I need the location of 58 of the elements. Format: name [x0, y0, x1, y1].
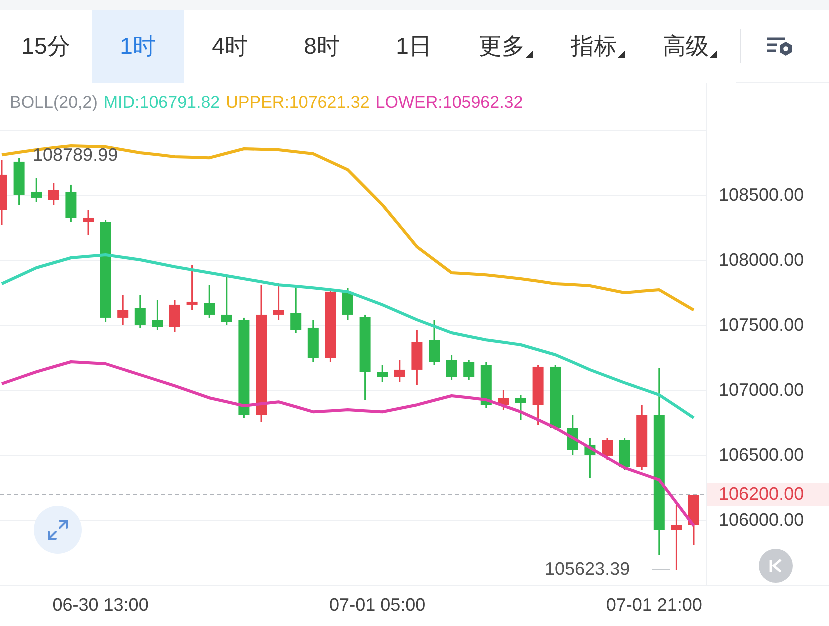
candlestick	[464, 360, 475, 380]
candlestick	[134, 295, 146, 328]
time-axis-label: 07-01 05:00	[330, 595, 426, 616]
candlestick	[66, 184, 77, 222]
candlestick	[619, 438, 630, 470]
candlestick	[273, 283, 284, 320]
candlestick	[394, 360, 406, 382]
candlestick	[688, 495, 700, 546]
candlestick	[186, 265, 198, 310]
candlestick	[498, 390, 510, 410]
expand-icon	[46, 518, 70, 542]
legend-value: UPPER:107621.32	[226, 93, 370, 113]
candlestick	[0, 160, 8, 226]
candlestick	[204, 285, 216, 318]
candlestick	[377, 365, 388, 382]
candlestick	[412, 330, 423, 386]
price-axis-label: 106500.00	[719, 445, 804, 466]
price-axis-label: 106000.00	[719, 510, 804, 532]
expand-button[interactable]	[34, 506, 82, 554]
candlestick	[532, 365, 544, 426]
timeframe-tab[interactable]: 1时	[92, 10, 184, 82]
dropdown-triangle-icon	[710, 50, 717, 58]
price-axis-label: 108500.00	[719, 185, 804, 206]
candlestick	[290, 285, 302, 334]
candlestick	[567, 415, 578, 455]
dropdown-triangle-icon	[618, 50, 625, 58]
price-axis-label: 107500.00	[719, 315, 804, 336]
dropdown-triangle-icon	[526, 50, 533, 58]
time-axis-label: 06-30 13:00	[52, 595, 149, 616]
candlestick	[48, 183, 60, 205]
candlestick	[14, 158, 25, 205]
candlestick	[221, 275, 232, 325]
candlestick	[602, 438, 613, 460]
candlestick	[31, 178, 42, 202]
candlestick	[446, 355, 458, 380]
indicator-name: BOLL(20,2)	[10, 93, 98, 113]
skip-back-icon	[769, 559, 783, 573]
candlestick	[170, 300, 180, 332]
low-price-label: 105623.39	[545, 559, 630, 580]
time-axis-label: 07-01 21:00	[606, 595, 702, 616]
current-price-label: 106200.00	[707, 483, 829, 506]
candlestick	[308, 320, 319, 362]
candlestick	[118, 295, 129, 325]
candlestick	[83, 210, 94, 236]
candlestick	[429, 320, 440, 366]
price-axis-label: 108000.00	[719, 250, 804, 272]
legend-value: LOWER:105962.32	[376, 93, 524, 113]
price-axis-label: 107000.00	[719, 380, 804, 402]
candlestick	[516, 395, 526, 420]
candlestick	[550, 365, 562, 430]
legend-value: MID:106791.82	[104, 93, 220, 113]
candlestick	[636, 405, 648, 470]
candlestick	[152, 300, 164, 330]
candlestick	[480, 362, 492, 408]
candlestick	[671, 505, 682, 570]
candlestick	[342, 288, 354, 320]
candlestick	[584, 438, 596, 478]
high-price-label: 108789.99	[33, 145, 118, 166]
